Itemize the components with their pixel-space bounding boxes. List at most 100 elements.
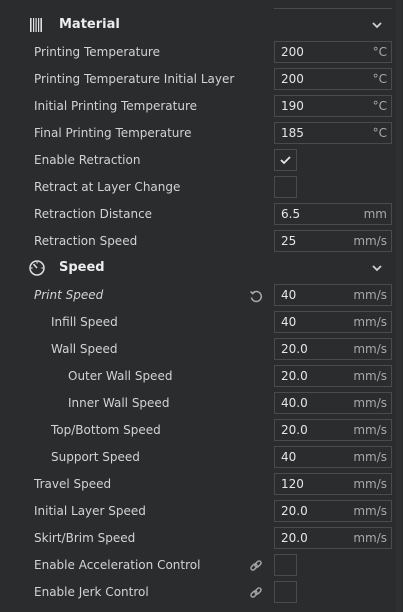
- spool-icon: [30, 18, 42, 32]
- field-unit: mm/s: [353, 450, 387, 464]
- gauge-icon: [29, 260, 45, 276]
- chevron-down-icon[interactable]: [370, 262, 384, 274]
- setting-enable-jerk-control: Enable Jerk Control: [0, 579, 395, 606]
- setting-label: Initial Printing Temperature: [34, 99, 198, 113]
- setting-label: Final Printing Temperature: [34, 126, 192, 140]
- divider: [274, 8, 392, 9]
- wall-speed-input[interactable]: 20.0 mm/s: [274, 338, 392, 360]
- field-unit: mm/s: [353, 531, 387, 545]
- field-value: 20.0: [281, 423, 308, 437]
- field-value: 40: [281, 288, 297, 302]
- setting-inner-wall-speed: Inner Wall Speed 40.0 mm/s: [0, 390, 395, 417]
- setting-printing-temperature: Printing Temperature 200 °C: [0, 39, 395, 66]
- setting-support-speed: Support Speed 40 mm/s: [0, 444, 395, 471]
- setting-label: Printing Temperature: [34, 45, 160, 59]
- checkmark-icon: [280, 156, 291, 165]
- link-icon[interactable]: [249, 586, 263, 600]
- initial-printing-temperature-input[interactable]: 190 °C: [274, 95, 392, 117]
- field-unit: mm/s: [353, 423, 387, 437]
- field-unit: mm/s: [353, 477, 387, 491]
- print-speed-input[interactable]: 40 mm/s: [274, 284, 392, 306]
- field-value: 20.0: [281, 342, 308, 356]
- final-printing-temperature-input[interactable]: 185 °C: [274, 122, 392, 144]
- section-material-title: Material: [59, 17, 120, 32]
- setting-label: Retract at Layer Change: [34, 180, 181, 194]
- setting-label: Infill Speed: [51, 315, 118, 329]
- section-speed-header[interactable]: Speed: [0, 255, 395, 281]
- link-icon[interactable]: [249, 559, 263, 573]
- field-value: 20.0: [281, 369, 308, 383]
- printing-temperature-initial-layer-input[interactable]: 200 °C: [274, 68, 392, 90]
- setting-retract-at-layer-change: Retract at Layer Change: [0, 174, 395, 201]
- travel-speed-input[interactable]: 120 mm/s: [274, 473, 392, 495]
- setting-enable-retraction: Enable Retraction: [0, 147, 395, 174]
- field-unit: °C: [372, 99, 387, 113]
- setting-printing-temperature-initial-layer: Printing Temperature Initial Layer 200 °…: [0, 66, 395, 93]
- field-value: 20.0: [281, 504, 308, 518]
- section-speed-title: Speed: [59, 260, 105, 275]
- field-value: 40: [281, 450, 297, 464]
- setting-infill-speed: Infill Speed 40 mm/s: [0, 309, 395, 336]
- scrollbar-thumb[interactable]: [396, 0, 401, 612]
- reset-icon[interactable]: [249, 289, 263, 303]
- setting-label: Enable Acceleration Control: [34, 558, 201, 572]
- field-value: 200: [281, 45, 304, 59]
- field-value: 25: [281, 234, 297, 248]
- support-speed-input[interactable]: 40 mm/s: [274, 446, 392, 468]
- field-unit: mm/s: [353, 504, 387, 518]
- setting-final-printing-temperature: Final Printing Temperature 185 °C: [0, 120, 395, 147]
- setting-label: Inner Wall Speed: [68, 396, 170, 410]
- field-value: 190: [281, 99, 304, 113]
- retraction-distance-input[interactable]: 6.5 mm: [274, 203, 392, 225]
- printing-temperature-input[interactable]: 200 °C: [274, 41, 392, 63]
- setting-label: Travel Speed: [34, 477, 112, 491]
- field-value: 200: [281, 72, 304, 86]
- inner-wall-speed-input[interactable]: 40.0 mm/s: [274, 392, 392, 414]
- setting-label: Skirt/Brim Speed: [34, 531, 136, 545]
- setting-retraction-distance: Retraction Distance 6.5 mm: [0, 201, 395, 228]
- field-unit: mm/s: [353, 342, 387, 356]
- field-unit: mm/s: [353, 288, 387, 302]
- field-unit: °C: [372, 72, 387, 86]
- setting-label: Print Speed: [34, 288, 104, 302]
- setting-travel-speed: Travel Speed 120 mm/s: [0, 471, 395, 498]
- setting-outer-wall-speed: Outer Wall Speed 20.0 mm/s: [0, 363, 395, 390]
- setting-enable-acceleration-control: Enable Acceleration Control: [0, 552, 395, 579]
- retract-at-layer-change-checkbox[interactable]: [274, 176, 297, 198]
- setting-skirt-brim-speed: Skirt/Brim Speed 20.0 mm/s: [0, 525, 395, 552]
- initial-layer-speed-input[interactable]: 20.0 mm/s: [274, 500, 392, 522]
- section-material-header[interactable]: Material: [0, 12, 395, 38]
- field-unit: mm/s: [353, 315, 387, 329]
- enable-retraction-checkbox[interactable]: [274, 149, 297, 171]
- enable-acceleration-control-checkbox[interactable]: [274, 554, 297, 576]
- field-value: 40.0: [281, 396, 308, 410]
- chevron-down-icon[interactable]: [370, 19, 384, 31]
- field-value: 185: [281, 126, 304, 140]
- field-unit: mm/s: [353, 396, 387, 410]
- field-unit: °C: [372, 126, 387, 140]
- setting-label: Enable Jerk Control: [34, 585, 149, 599]
- field-unit: mm/s: [353, 369, 387, 383]
- setting-label: Printing Temperature Initial Layer: [34, 72, 235, 86]
- setting-retraction-speed: Retraction Speed 25 mm/s: [0, 228, 395, 255]
- skirt-brim-speed-input[interactable]: 20.0 mm/s: [274, 527, 392, 549]
- top-bottom-speed-input[interactable]: 20.0 mm/s: [274, 419, 392, 441]
- enable-jerk-control-checkbox[interactable]: [274, 581, 297, 603]
- outer-wall-speed-input[interactable]: 20.0 mm/s: [274, 365, 392, 387]
- setting-label: Wall Speed: [51, 342, 118, 356]
- setting-initial-layer-speed: Initial Layer Speed 20.0 mm/s: [0, 498, 395, 525]
- field-unit: °C: [372, 45, 387, 59]
- setting-label: Enable Retraction: [34, 153, 141, 167]
- setting-wall-speed: Wall Speed 20.0 mm/s: [0, 336, 395, 363]
- setting-initial-printing-temperature: Initial Printing Temperature 190 °C: [0, 93, 395, 120]
- field-value: 6.5: [281, 207, 301, 221]
- setting-label: Top/Bottom Speed: [51, 423, 161, 437]
- field-unit: mm: [363, 207, 387, 221]
- setting-label: Retraction Speed: [34, 234, 138, 248]
- setting-top-bottom-speed: Top/Bottom Speed 20.0 mm/s: [0, 417, 395, 444]
- field-value: 40: [281, 315, 297, 329]
- infill-speed-input[interactable]: 40 mm/s: [274, 311, 392, 333]
- setting-print-speed: Print Speed 40 mm/s: [0, 282, 395, 309]
- setting-label: Retraction Distance: [34, 207, 153, 221]
- retraction-speed-input[interactable]: 25 mm/s: [274, 230, 392, 252]
